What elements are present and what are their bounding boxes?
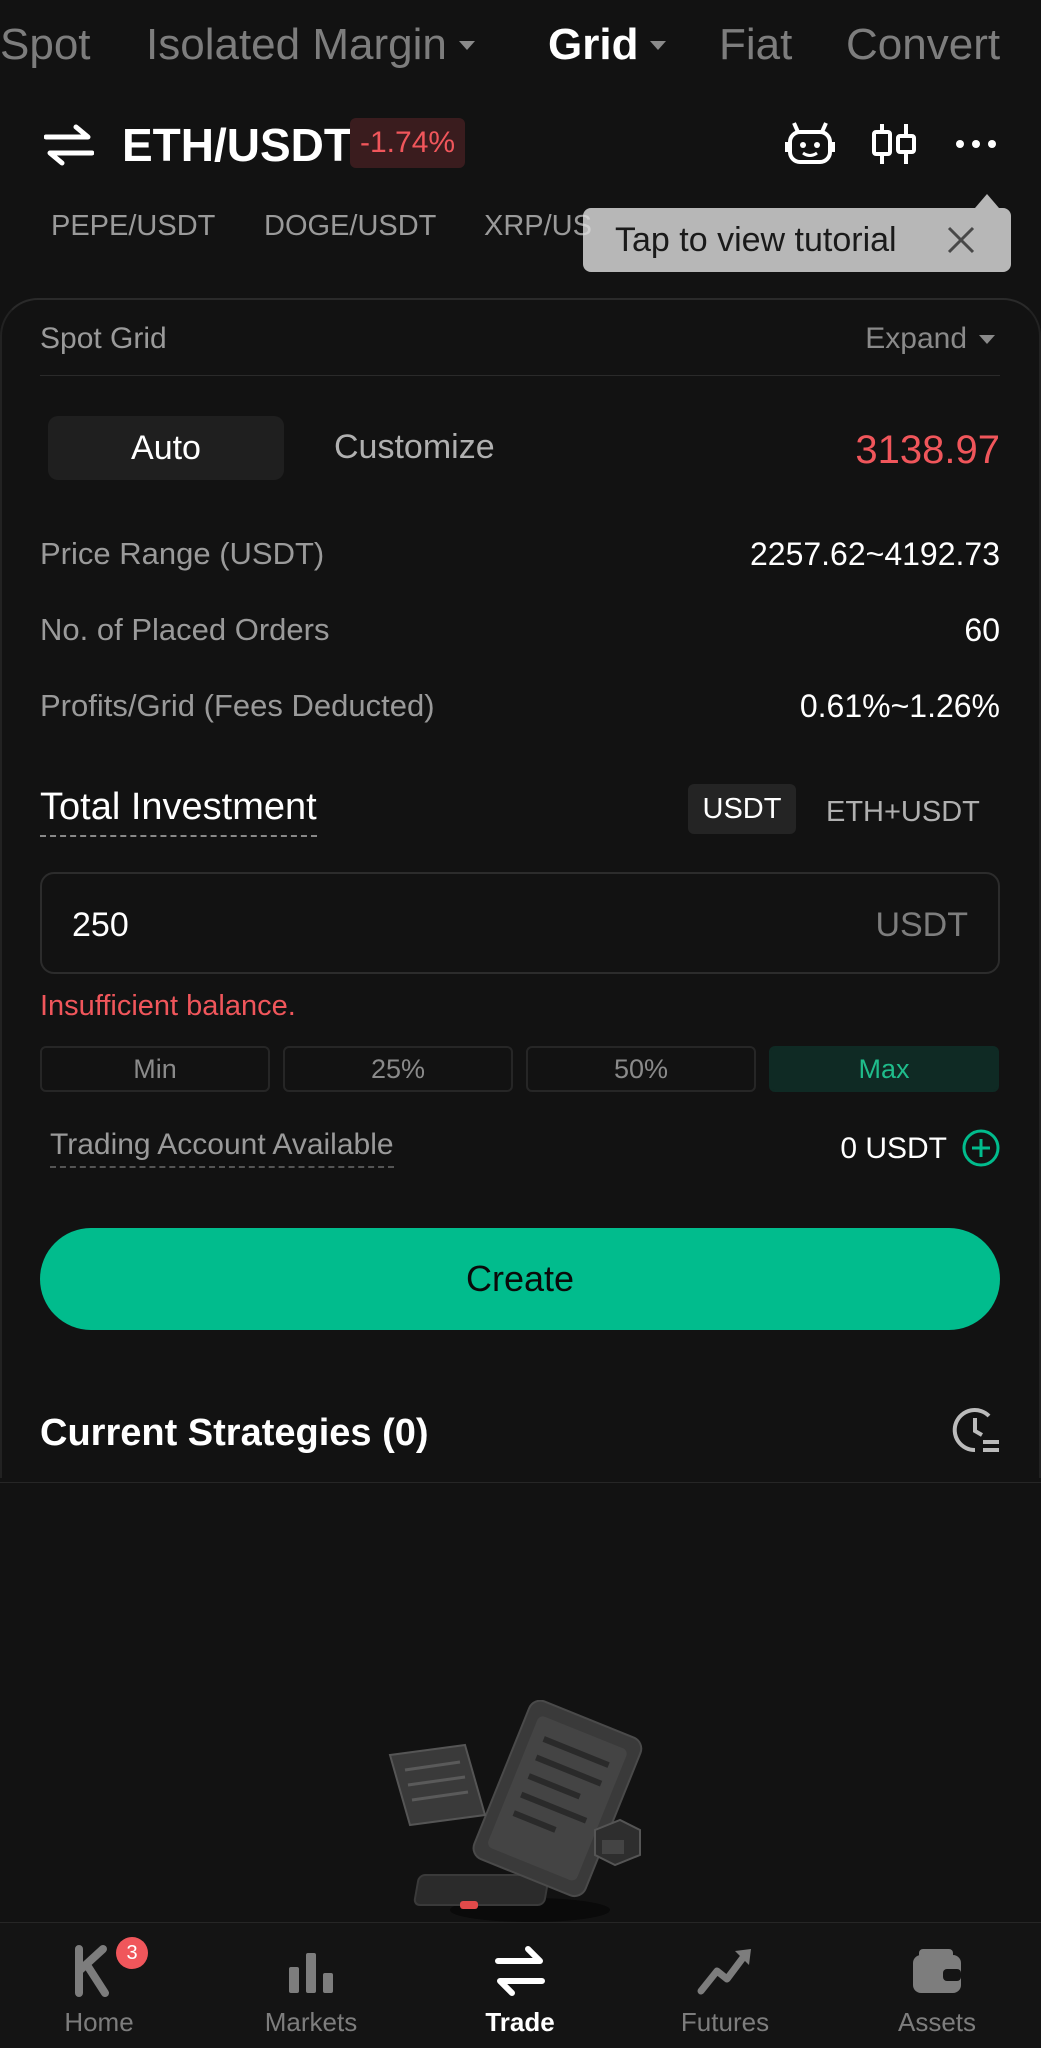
tab-convert-label: Convert: [846, 20, 1001, 69]
tab-convert[interactable]: Convert: [846, 20, 1000, 70]
add-funds-icon[interactable]: [961, 1128, 1001, 1168]
tab-isolated-margin[interactable]: Isolated Margin: [146, 20, 475, 70]
history-icon[interactable]: [949, 1404, 1001, 1456]
param-price-range-value: 2257.62~4192.73: [749, 536, 1000, 572]
bottom-nav: 3 Home Markets Trade Futures Assets: [0, 1922, 1041, 2048]
close-icon[interactable]: [945, 224, 977, 256]
param-price-range-label: Price Range (USDT): [40, 536, 325, 571]
pair-tab-doge[interactable]: DOGE/USDT: [264, 210, 436, 243]
pct-min-button[interactable]: Min: [40, 1046, 270, 1092]
trend-up-icon: [697, 1949, 751, 1995]
divider: [0, 1482, 1041, 1483]
wallet-icon: [913, 1949, 961, 1993]
section-title: Spot Grid: [40, 322, 167, 355]
nav-futures[interactable]: Futures: [640, 1923, 810, 2048]
pair-header: ETH/USDT -1.74%: [0, 110, 1041, 180]
empty-state-illustration: [388, 1700, 643, 1922]
nav-assets[interactable]: Assets: [852, 1923, 1022, 2048]
swap-icon[interactable]: [44, 124, 94, 166]
notification-badge: 3: [116, 1937, 148, 1969]
bar-chart-icon: [289, 1953, 333, 1993]
trade-swap-icon: [495, 1946, 545, 1996]
nav-markets-label: Markets: [264, 2007, 358, 2037]
caret-down-icon: [458, 40, 475, 50]
tab-fiat[interactable]: Fiat: [719, 20, 792, 70]
nav-trade-label: Trade: [485, 2007, 555, 2037]
currency-eth-usdt-toggle[interactable]: ETH+USDT: [826, 796, 980, 829]
param-orders-label: No. of Placed Orders: [40, 612, 330, 647]
caret-down-icon: [979, 334, 995, 344]
current-strategies-title: Current Strategies (0): [40, 1412, 429, 1454]
available-balance-value: 0 USDT: [840, 1132, 947, 1165]
top-tab-bar: Spot Isolated Margin Grid Fiat Convert: [0, 0, 1041, 100]
nav-home[interactable]: 3 Home: [14, 1923, 184, 2048]
nav-markets[interactable]: Markets: [226, 1923, 396, 2048]
price-change-badge: -1.74%: [350, 118, 466, 168]
nav-home-label: Home: [64, 2007, 134, 2037]
mode-customize-tab[interactable]: Customize: [334, 428, 495, 467]
param-profit-value: 0.61%~1.26%: [799, 688, 1000, 724]
nav-assets-label: Assets: [897, 2007, 977, 2037]
candlestick-chart-icon[interactable]: [868, 118, 920, 170]
tab-fiat-label: Fiat: [719, 20, 793, 69]
pct-50-button[interactable]: 50%: [526, 1046, 756, 1092]
create-button[interactable]: Create: [40, 1228, 1000, 1330]
pct-25-button[interactable]: 25%: [283, 1046, 513, 1092]
robot-icon[interactable]: [784, 118, 836, 170]
error-message: Insufficient balance.: [40, 990, 296, 1022]
available-balance-label[interactable]: Trading Account Available: [50, 1128, 394, 1168]
tutorial-tooltip[interactable]: Tap to view tutorial: [583, 194, 1011, 272]
pair-tab-xrp[interactable]: XRP/US: [484, 210, 592, 243]
expand-button[interactable]: Expand: [865, 322, 995, 356]
investment-amount-value[interactable]: 250: [72, 906, 129, 945]
tab-grid[interactable]: Grid: [548, 20, 667, 70]
total-investment-title[interactable]: Total Investment: [40, 786, 317, 837]
nav-futures-label: Futures: [680, 2007, 770, 2037]
expand-label: Expand: [865, 322, 967, 355]
nav-trade[interactable]: Trade: [435, 1923, 605, 2048]
more-options-icon[interactable]: [950, 118, 1002, 170]
divider: [40, 375, 1000, 376]
pair-name[interactable]: ETH/USDT: [122, 118, 352, 172]
current-price: 3138.97: [855, 428, 1000, 472]
mode-auto-tab[interactable]: Auto: [48, 416, 284, 480]
tab-isolated-margin-label: Isolated Margin: [146, 20, 447, 69]
pair-tab-pepe[interactable]: PEPE/USDT: [51, 210, 215, 243]
currency-usdt-toggle[interactable]: USDT: [688, 784, 796, 834]
investment-amount-field[interactable]: 250 USDT: [40, 872, 1000, 974]
investment-unit: USDT: [875, 906, 968, 944]
tab-spot-label: Spot: [0, 20, 91, 69]
caret-down-icon: [650, 40, 667, 50]
param-orders-value: 60: [964, 612, 1000, 648]
pct-max-button[interactable]: Max: [769, 1046, 999, 1092]
tab-spot[interactable]: Spot: [0, 20, 91, 70]
tab-grid-label: Grid: [548, 20, 639, 69]
param-profit-label: Profits/Grid (Fees Deducted): [40, 688, 435, 723]
tooltip-text: Tap to view tutorial: [615, 220, 897, 259]
